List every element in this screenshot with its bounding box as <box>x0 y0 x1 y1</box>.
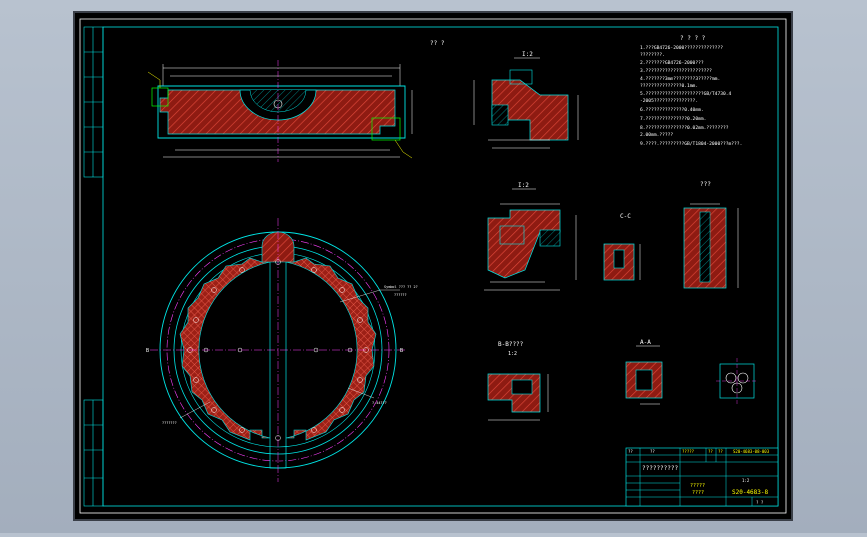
tb-header-cell: ????? <box>682 449 695 454</box>
cc-label: C-C <box>620 213 631 220</box>
rr-label: ??? <box>700 181 711 188</box>
note-line: 2.00mm.????? <box>640 132 673 138</box>
callout-plate-bottom-right: ?-44??? <box>372 401 387 405</box>
tb-drawing-number: S20-4683-8 <box>732 489 769 496</box>
note-line: 2.???????GB4726-2000??? <box>640 60 704 66</box>
callout-plate-left: ??????? <box>162 421 177 425</box>
tb-header-cell: ?? <box>708 449 713 454</box>
tb-header-cell: ?? <box>718 449 723 454</box>
note-line: 4.???????3mm????????3?????mm. <box>640 76 720 82</box>
detail1-label: I:2 <box>522 51 533 58</box>
note-line: -2005???????????????. <box>640 98 698 104</box>
section-marker-right: B <box>400 348 403 354</box>
note-line: 3.???????????????????????? <box>640 68 712 74</box>
aa-label: A-A <box>640 339 651 346</box>
notes-title: ? ? ? ? <box>680 35 706 42</box>
tb-header-cell: ?? <box>628 449 633 454</box>
bb-label: B-B???? <box>498 341 524 348</box>
tb-material-2: ???? <box>692 490 704 496</box>
section-marker-left: B <box>146 348 149 354</box>
view-label: ?? ? <box>430 40 445 47</box>
note-line: ????????. <box>640 52 665 58</box>
note-line: 9.????.?????????GB/T1804-2000???m???. <box>640 141 742 147</box>
note-line: ???????????????0.1mm. <box>640 83 698 89</box>
callout-plate-right: Symbol ??? ?? 2? <box>384 285 418 289</box>
bb-scale: 1:2 <box>508 351 517 357</box>
tb-material: ????? <box>690 483 705 489</box>
note-line: 8.???????????????0.02mm.???????? <box>640 125 729 131</box>
tb-part-name: ?????????? <box>642 465 679 472</box>
note-line: 6.??????????????0.40mm. <box>640 107 704 113</box>
tb-sheet: ? ? <box>756 500 764 505</box>
detail2-label: I:2 <box>518 182 529 189</box>
cad-viewport[interactable]: ?? ? Symbol ??? ?? 2? ?????? ?-44??? ???… <box>0 0 867 533</box>
title-block[interactable]: ?? ?? ????? ?? ?? S20-4683-08-003 ??????… <box>625 447 779 507</box>
tb-header-code: S20-4683-08-003 <box>733 449 770 454</box>
tb-scale: 1:2 <box>742 478 750 483</box>
note-line: 5.?????????????????????GB/T4730.4 <box>640 91 732 97</box>
note-line: 7.???????????????0.20mm. <box>640 116 706 122</box>
note-line: 1.???GB4726-2000?????????????? <box>640 45 723 51</box>
callout-plate-right-2: ?????? <box>394 293 407 297</box>
tb-header-cell: ?? <box>650 449 655 454</box>
